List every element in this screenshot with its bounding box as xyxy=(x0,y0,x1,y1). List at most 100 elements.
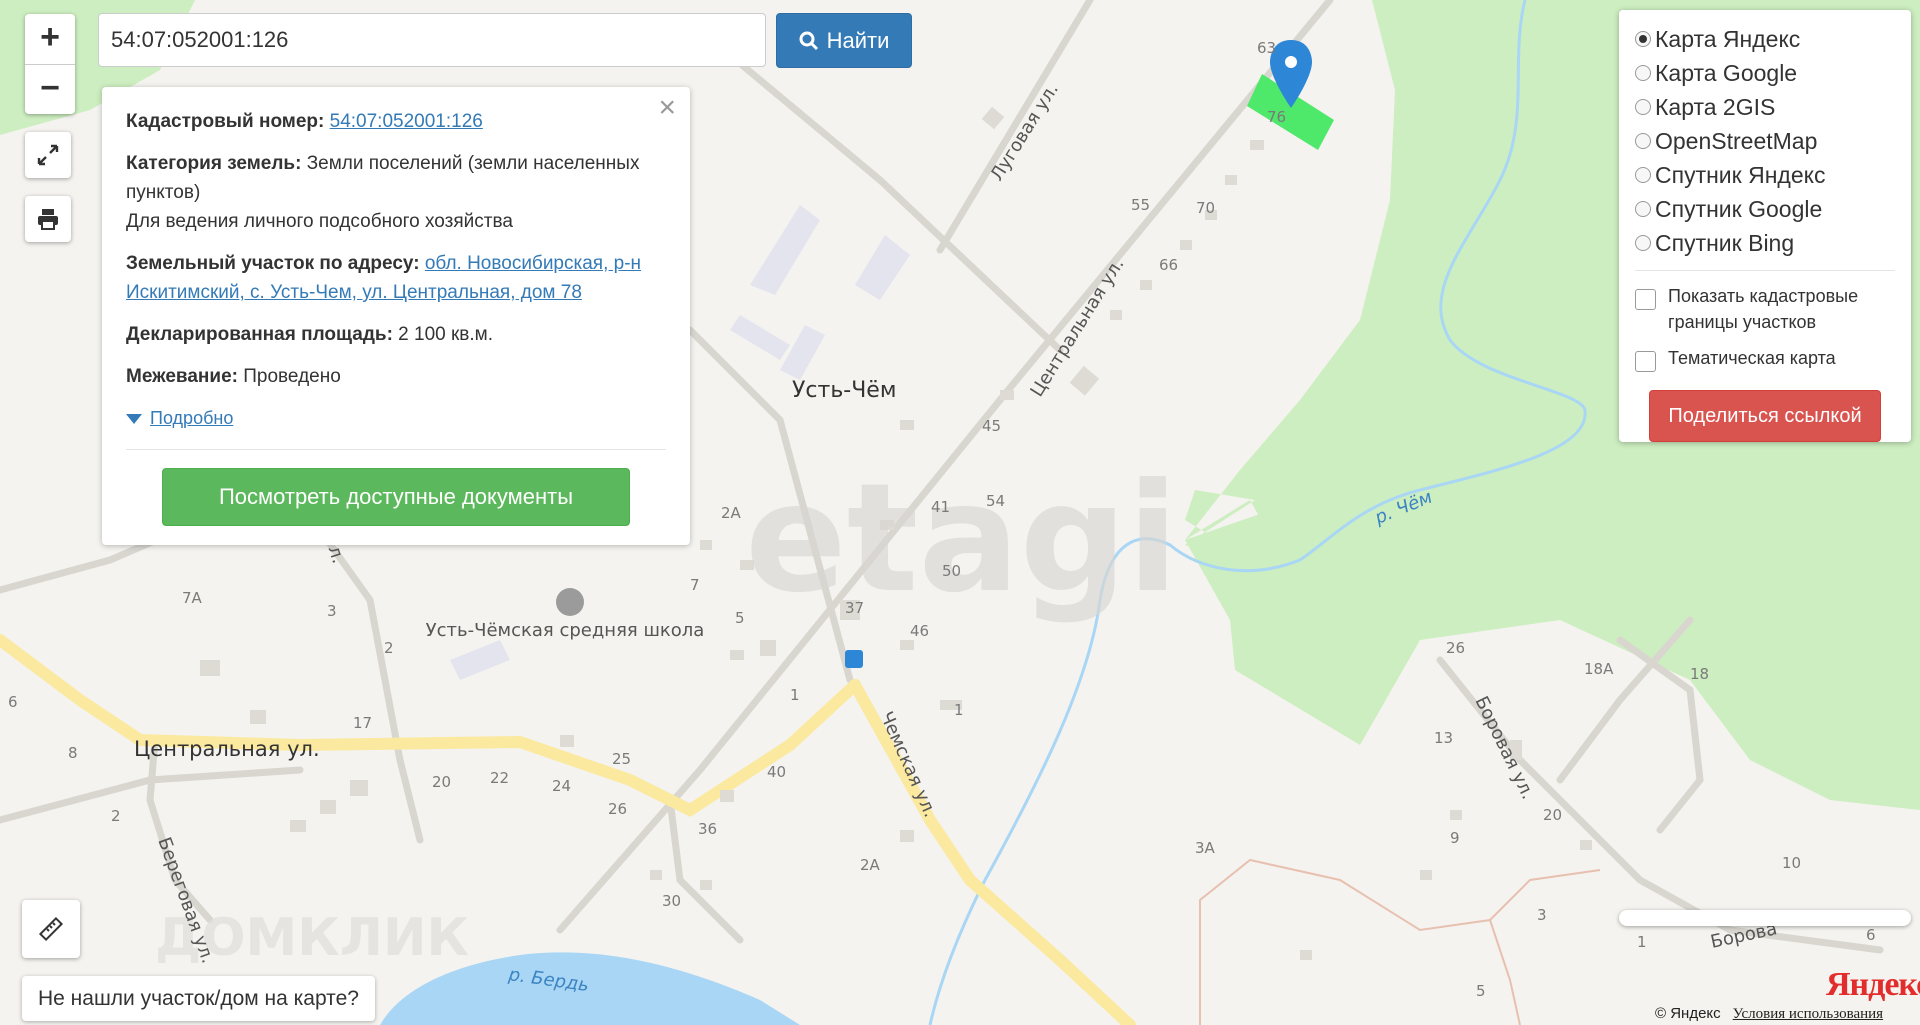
house-number: 26 xyxy=(1446,639,1465,657)
house-number: 2 xyxy=(111,807,121,825)
house-number: 20 xyxy=(432,773,451,791)
search-icon xyxy=(799,31,818,50)
zoom-out-button[interactable]: − xyxy=(25,64,75,115)
radio-icon[interactable] xyxy=(1635,167,1651,183)
layer-option-google-satellite[interactable]: Спутник Google xyxy=(1635,192,1895,226)
house-number: 1 xyxy=(790,686,800,704)
house-number: 17 xyxy=(353,714,372,732)
house-number: 37 xyxy=(845,599,864,617)
house-number: 25 xyxy=(612,750,631,768)
survey-row: Межевание: Проведено xyxy=(126,366,341,387)
house-number: 6 xyxy=(8,693,18,711)
radio-icon[interactable] xyxy=(1635,99,1651,115)
bus-stop-icon xyxy=(845,650,863,668)
house-number: 13 xyxy=(1434,729,1453,747)
cadastral-row: Кадастровый номер: 54:07:052001:126 xyxy=(126,111,483,132)
checkbox-icon[interactable] xyxy=(1635,351,1656,372)
school-icon xyxy=(556,588,584,616)
house-number: 20 xyxy=(1543,806,1562,824)
divider xyxy=(126,449,666,450)
layer-option-osm[interactable]: OpenStreetMap xyxy=(1635,124,1895,158)
house-number: 5 xyxy=(735,609,745,627)
layer-option-bing-satellite[interactable]: Спутник Bing xyxy=(1635,226,1895,260)
house-number: 3 xyxy=(1537,906,1547,924)
house-number: 54 xyxy=(986,492,1005,510)
copyright-text: © Яндекс xyxy=(1655,1005,1721,1022)
share-link-button[interactable]: Поделиться ссылкой xyxy=(1649,390,1881,442)
layer-option-2gis-map[interactable]: Карта 2GIS xyxy=(1635,90,1895,124)
house-number: 40 xyxy=(767,763,786,781)
house-number: 70 xyxy=(1196,199,1215,217)
not-found-button[interactable]: Не нашли участок/дом на карте? xyxy=(22,976,375,1021)
layer-option-google-map[interactable]: Карта Google xyxy=(1635,56,1895,90)
house-number: 7 xyxy=(690,576,700,594)
details-link[interactable]: Подробно xyxy=(150,404,233,433)
search-button[interactable]: Найти xyxy=(776,13,912,68)
house-number: 8 xyxy=(68,744,78,762)
zoom-control: + − xyxy=(25,14,75,114)
house-number: 36 xyxy=(698,820,717,838)
house-number: 9 xyxy=(1450,829,1460,847)
divider xyxy=(1635,270,1895,271)
cadastral-search-input[interactable] xyxy=(98,13,766,67)
school-label: Усть-Чёмская средняя школа xyxy=(426,620,705,641)
show-cadastral-checkbox[interactable]: Показать кадастровые границы участков xyxy=(1635,283,1895,335)
house-number: 45 xyxy=(982,417,1001,435)
house-number: 2А xyxy=(860,856,881,874)
house-number: 46 xyxy=(910,622,929,640)
house-number: 55 xyxy=(1131,196,1150,214)
village-label: Усть-Чём xyxy=(792,378,896,403)
survey-value: Проведено xyxy=(243,366,341,387)
yandex-logo: Яндекс xyxy=(1826,966,1920,1003)
details-toggle[interactable]: Подробно xyxy=(126,404,666,433)
map-copyright: © Яндекс Условия использования xyxy=(1655,1005,1883,1023)
house-number: 3 xyxy=(327,602,337,620)
radio-icon[interactable] xyxy=(1635,133,1651,149)
terms-link[interactable]: Условия использования xyxy=(1733,1006,1883,1022)
house-number: 26 xyxy=(608,800,627,818)
category-row: Категория земель: Земли поселений (земли… xyxy=(126,153,640,232)
triangle-down-icon xyxy=(126,413,142,424)
thematic-map-checkbox[interactable]: Тематическая карта xyxy=(1635,345,1895,372)
layer-option-yandex-satellite[interactable]: Спутник Яндекс xyxy=(1635,158,1895,192)
usage-value: Для ведения личного подсобного хозяйства xyxy=(126,211,513,232)
house-number: 24 xyxy=(552,777,571,795)
house-number: 6 xyxy=(1866,926,1876,944)
zoom-in-button[interactable]: + xyxy=(25,14,75,64)
house-number: 66 xyxy=(1159,256,1178,274)
cadastral-number-link[interactable]: 54:07:052001:126 xyxy=(330,111,483,132)
ruler-button[interactable] xyxy=(22,900,80,958)
house-number: 7А xyxy=(182,589,203,607)
expand-icon xyxy=(37,144,59,166)
house-number: 3А xyxy=(1195,839,1216,857)
fullscreen-button[interactable] xyxy=(25,132,71,178)
house-number: 41 xyxy=(931,498,950,516)
house-number: 76 xyxy=(1267,108,1286,126)
search-button-label: Найти xyxy=(826,27,890,53)
house-number: 2А xyxy=(721,504,742,522)
area-value: 2 100 кв.м. xyxy=(398,324,494,345)
house-number: 30 xyxy=(662,892,681,910)
radio-selected-icon[interactable] xyxy=(1635,31,1651,47)
house-number: 63 xyxy=(1257,39,1276,57)
house-number: 50 xyxy=(942,562,961,580)
layer-option-yandex-map[interactable]: Карта Яндекс xyxy=(1635,22,1895,56)
house-number: 2 xyxy=(384,639,394,657)
area-row: Декларированная площадь: 2 100 кв.м. xyxy=(126,324,494,345)
checkbox-icon[interactable] xyxy=(1635,289,1656,310)
house-number: 10 xyxy=(1782,854,1801,872)
radio-icon[interactable] xyxy=(1635,65,1651,81)
ruler-icon xyxy=(38,916,64,942)
house-number: 1 xyxy=(1637,933,1647,951)
house-number: 18 xyxy=(1690,665,1709,683)
print-icon xyxy=(38,209,58,230)
close-icon[interactable]: × xyxy=(658,93,676,123)
layer-radio-group: Карта Яндекс Карта Google Карта 2GIS Ope… xyxy=(1635,22,1895,260)
radio-icon[interactable] xyxy=(1635,201,1651,217)
street-label-central: Центральная ул. xyxy=(134,737,320,761)
print-button[interactable] xyxy=(25,196,71,242)
view-documents-button[interactable]: Посмотреть доступные документы xyxy=(162,468,630,526)
house-number: 22 xyxy=(490,769,509,787)
watermark-etagi: etagi xyxy=(745,452,1178,626)
radio-icon[interactable] xyxy=(1635,235,1651,251)
